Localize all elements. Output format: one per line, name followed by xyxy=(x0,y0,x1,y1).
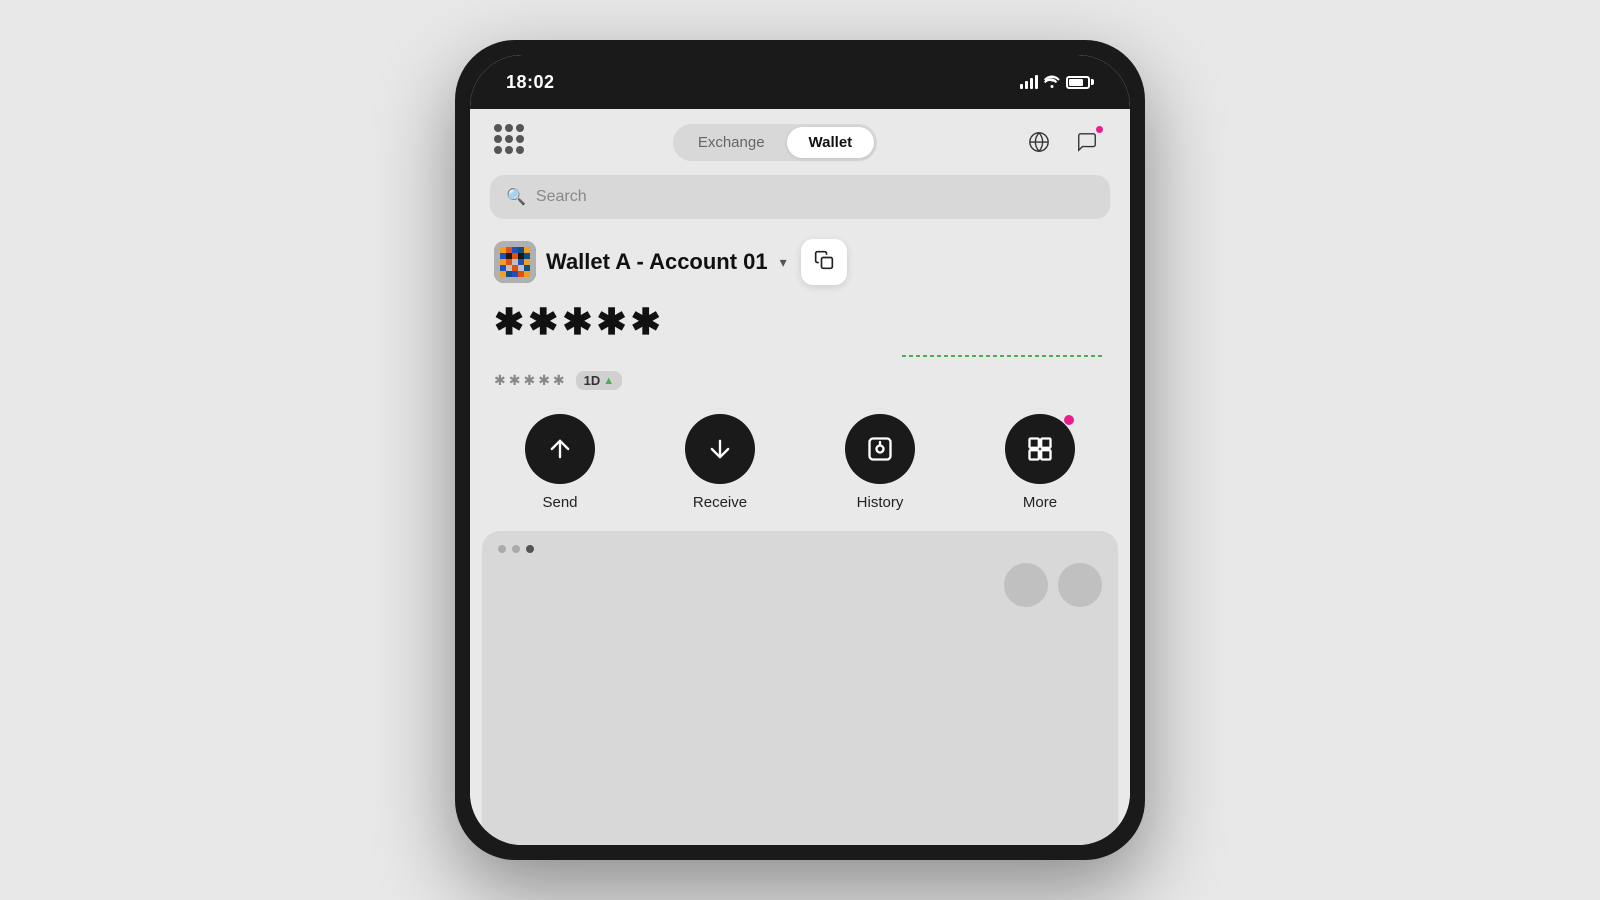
phone-frame: 18:02 xyxy=(455,40,1145,860)
chart-line xyxy=(902,352,1102,360)
copy-address-button[interactable] xyxy=(801,239,847,285)
search-bar[interactable]: 🔍 Search xyxy=(490,175,1110,219)
bottom-icon-2[interactable] xyxy=(1058,563,1102,607)
app-content: Exchange Wallet xyxy=(470,109,1130,845)
nav-right xyxy=(1020,123,1106,161)
tab-exchange[interactable]: Exchange xyxy=(676,127,787,158)
pagination-dots xyxy=(498,545,1102,553)
send-button[interactable] xyxy=(525,414,595,484)
receive-button[interactable] xyxy=(685,414,755,484)
more-icon xyxy=(1026,435,1054,463)
receive-action[interactable]: Receive xyxy=(685,414,755,511)
wallet-section: Wallet A - Account 01 ▾ ✱✱✱✱ xyxy=(470,231,1130,414)
history-action[interactable]: History xyxy=(845,414,915,511)
period-direction: ▲ xyxy=(603,375,614,387)
status-bar: 18:02 xyxy=(470,55,1130,109)
bottom-card xyxy=(482,531,1118,845)
tab-group: Exchange Wallet xyxy=(673,124,877,161)
dot-2 xyxy=(512,545,520,553)
globe-button[interactable] xyxy=(1020,123,1058,161)
bottom-icon-1[interactable] xyxy=(1004,563,1048,607)
history-button[interactable] xyxy=(845,414,915,484)
wifi-icon xyxy=(1044,74,1060,91)
more-action[interactable]: More xyxy=(1005,414,1075,511)
bottom-icons-row xyxy=(498,563,1102,607)
chat-icon xyxy=(1076,131,1098,153)
receive-label: Receive xyxy=(693,494,747,511)
dot-3 xyxy=(526,545,534,553)
phone-screen: 18:02 xyxy=(470,55,1130,845)
dot-1 xyxy=(498,545,506,553)
history-label: History xyxy=(857,494,904,511)
wallet-account-row: Wallet A - Account 01 ▾ xyxy=(494,239,1106,285)
more-button[interactable] xyxy=(1005,414,1075,484)
send-icon xyxy=(546,435,574,463)
search-container: 🔍 Search xyxy=(470,171,1130,231)
receive-icon xyxy=(706,435,734,463)
menu-grid-icon[interactable] xyxy=(494,124,530,160)
copy-icon xyxy=(814,250,834,275)
battery-icon xyxy=(1066,76,1094,89)
sub-balance-row: ✱✱✱✱✱ 1D ▲ xyxy=(494,371,1106,390)
sub-balance-masked: ✱✱✱✱✱ xyxy=(494,372,568,389)
more-notification-dot xyxy=(1064,415,1074,425)
account-dropdown-arrow[interactable]: ▾ xyxy=(780,254,787,271)
search-placeholder: Search xyxy=(536,188,587,206)
period-label: 1D xyxy=(584,373,601,388)
status-time: 18:02 xyxy=(506,72,555,93)
search-icon: 🔍 xyxy=(506,187,526,207)
more-label: More xyxy=(1023,494,1057,511)
action-buttons: Send Receive xyxy=(470,414,1130,531)
chat-button[interactable] xyxy=(1068,123,1106,161)
status-icons xyxy=(1020,74,1094,91)
history-icon xyxy=(866,435,894,463)
send-action[interactable]: Send xyxy=(525,414,595,511)
globe-icon xyxy=(1028,131,1050,153)
chart-container xyxy=(494,347,1106,365)
notification-badge xyxy=(1095,125,1104,134)
send-label: Send xyxy=(542,494,577,511)
balance-row: ✱✱✱✱✱ xyxy=(494,301,1106,343)
signal-icon xyxy=(1020,75,1038,89)
period-badge[interactable]: 1D ▲ xyxy=(576,371,623,390)
tab-wallet[interactable]: Wallet xyxy=(787,127,875,158)
wallet-account-name: Wallet A - Account 01 xyxy=(546,249,768,275)
balance-masked: ✱✱✱✱✱ xyxy=(494,301,665,343)
wallet-avatar xyxy=(494,241,536,283)
nav-bar: Exchange Wallet xyxy=(470,109,1130,171)
